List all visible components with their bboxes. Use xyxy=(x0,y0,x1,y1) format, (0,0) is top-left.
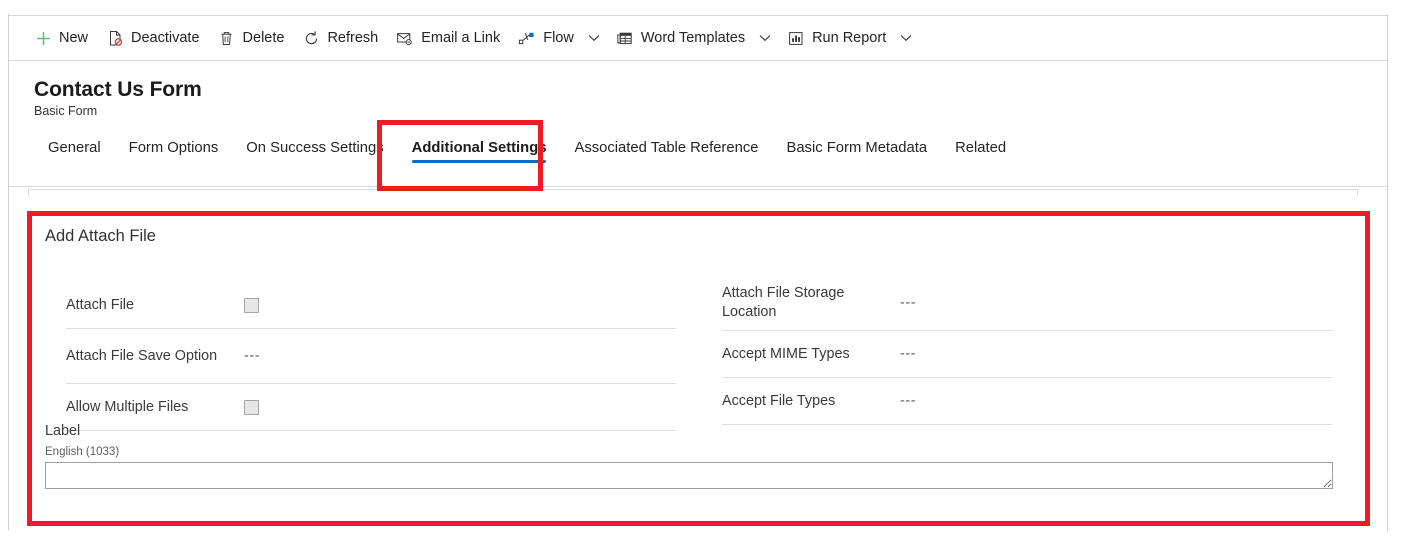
right-column-spacer xyxy=(722,257,1332,276)
tab-associated-table-reference[interactable]: Associated Table Reference xyxy=(560,134,772,176)
tab-selected-indicator xyxy=(411,160,547,163)
label-field-block: Label English (1033) xyxy=(45,423,1351,489)
page-title: Contact Us Form xyxy=(34,78,202,101)
word-templates-button-label: Word Templates xyxy=(640,29,746,46)
flow-chevron-down-icon[interactable] xyxy=(583,16,605,60)
section-title: Add Attach File xyxy=(45,227,156,245)
deactivate-button[interactable]: Deactivate xyxy=(97,16,209,60)
refresh-button[interactable]: Refresh xyxy=(293,16,387,60)
command-bar: New Deactivate Delete Refresh Email a Li… xyxy=(9,15,1387,61)
tab-basic-form-metadata[interactable]: Basic Form Metadata xyxy=(772,134,941,176)
tab-on-success-settings[interactable]: On Success Settings xyxy=(232,134,397,176)
tab-related-label: Related xyxy=(955,140,1007,156)
page-subtitle: Basic Form xyxy=(34,104,98,118)
run-report-button-label: Run Report xyxy=(812,29,887,46)
allow-multiple-files-checkbox[interactable] xyxy=(244,399,259,415)
left-column-spacer xyxy=(66,257,676,282)
delete-button-label: Delete xyxy=(242,29,285,46)
field-accept-file-types: Accept File Types --- xyxy=(722,378,1332,425)
tab-form-options-label: Form Options xyxy=(128,140,219,156)
field-attach-file-label: Attach File xyxy=(66,296,134,313)
field-accept-mime-types: Accept MIME Types --- xyxy=(722,331,1332,378)
label-field-language: English (1033) xyxy=(45,446,120,458)
attach-file-save-option-value[interactable]: --- xyxy=(244,348,260,364)
accept-mime-types-value[interactable]: --- xyxy=(900,346,916,362)
email-a-link-button-label: Email a Link xyxy=(421,29,501,46)
field-accept-mime-types-label: Accept MIME Types xyxy=(722,345,850,362)
word-templates-button[interactable]: Word Templates xyxy=(607,16,754,60)
tab-additional-settings-label: Additional Settings xyxy=(411,140,547,156)
right-column: Attach File Storage Location --- Accept … xyxy=(698,257,1362,431)
field-attach-file-save-option-label: Attach File Save Option xyxy=(66,347,218,364)
new-button[interactable]: New xyxy=(25,16,97,60)
left-column: Attach File Attach File Save Option --- … xyxy=(34,257,698,431)
tab-general-label: General xyxy=(48,140,101,156)
run-report-icon xyxy=(787,29,805,47)
field-accept-file-types-label: Accept File Types xyxy=(722,392,836,409)
flow-button[interactable]: Flow xyxy=(509,16,583,60)
screen-root: New Deactivate Delete Refresh Email a Li… xyxy=(0,0,1411,544)
accept-file-types-value[interactable]: --- xyxy=(900,393,916,409)
new-button-label: New xyxy=(59,29,89,46)
trash-icon xyxy=(218,29,236,47)
refresh-button-label: Refresh xyxy=(327,29,379,46)
plus-icon xyxy=(34,29,52,47)
field-attach-file-storage-location-label: Attach File Storage Location xyxy=(722,285,845,320)
refresh-icon xyxy=(302,29,320,47)
run-report-button[interactable]: Run Report xyxy=(778,16,895,60)
field-allow-multiple-files-label: Allow Multiple Files xyxy=(66,398,189,415)
field-attach-file-save-option: Attach File Save Option --- xyxy=(66,329,676,384)
label-field-title: Label xyxy=(45,423,81,439)
field-attach-file: Attach File xyxy=(66,282,676,329)
tab-additional-settings[interactable]: Additional Settings xyxy=(398,134,561,176)
deactivate-button-label: Deactivate xyxy=(131,29,200,46)
tab-basic-form-metadata-label: Basic Form Metadata xyxy=(786,140,928,156)
word-templates-chevron-down-icon[interactable] xyxy=(754,16,776,60)
tab-form-options[interactable]: Form Options xyxy=(115,134,233,176)
run-report-chevron-down-icon[interactable] xyxy=(895,16,917,60)
attach-file-storage-location-value[interactable]: --- xyxy=(900,295,916,311)
previous-section-partial xyxy=(28,189,1358,195)
delete-button[interactable]: Delete xyxy=(209,16,294,60)
label-input[interactable] xyxy=(45,462,1333,489)
field-columns: Attach File Attach File Save Option --- … xyxy=(34,257,1362,431)
email-a-link-button[interactable]: Email a Link xyxy=(387,16,509,60)
tab-general[interactable]: General xyxy=(34,134,115,176)
tab-associated-table-reference-label: Associated Table Reference xyxy=(574,140,759,156)
flow-button-label: Flow xyxy=(543,29,574,46)
attach-file-checkbox[interactable] xyxy=(244,297,259,313)
email-link-icon xyxy=(396,29,414,47)
flow-icon xyxy=(518,29,536,47)
field-attach-file-storage-location: Attach File Storage Location --- xyxy=(722,276,1332,331)
tab-on-success-settings-label: On Success Settings xyxy=(246,140,384,156)
tab-related[interactable]: Related xyxy=(941,134,1020,176)
tabstrip: General Form Options On Success Settings… xyxy=(34,134,1020,182)
deactivate-icon xyxy=(106,29,124,47)
word-template-icon xyxy=(616,29,634,47)
add-attach-file-section: Add Attach File Attach File Attach File … xyxy=(34,217,1362,520)
form-header: Contact Us Form Basic Form General Form … xyxy=(9,61,1387,187)
